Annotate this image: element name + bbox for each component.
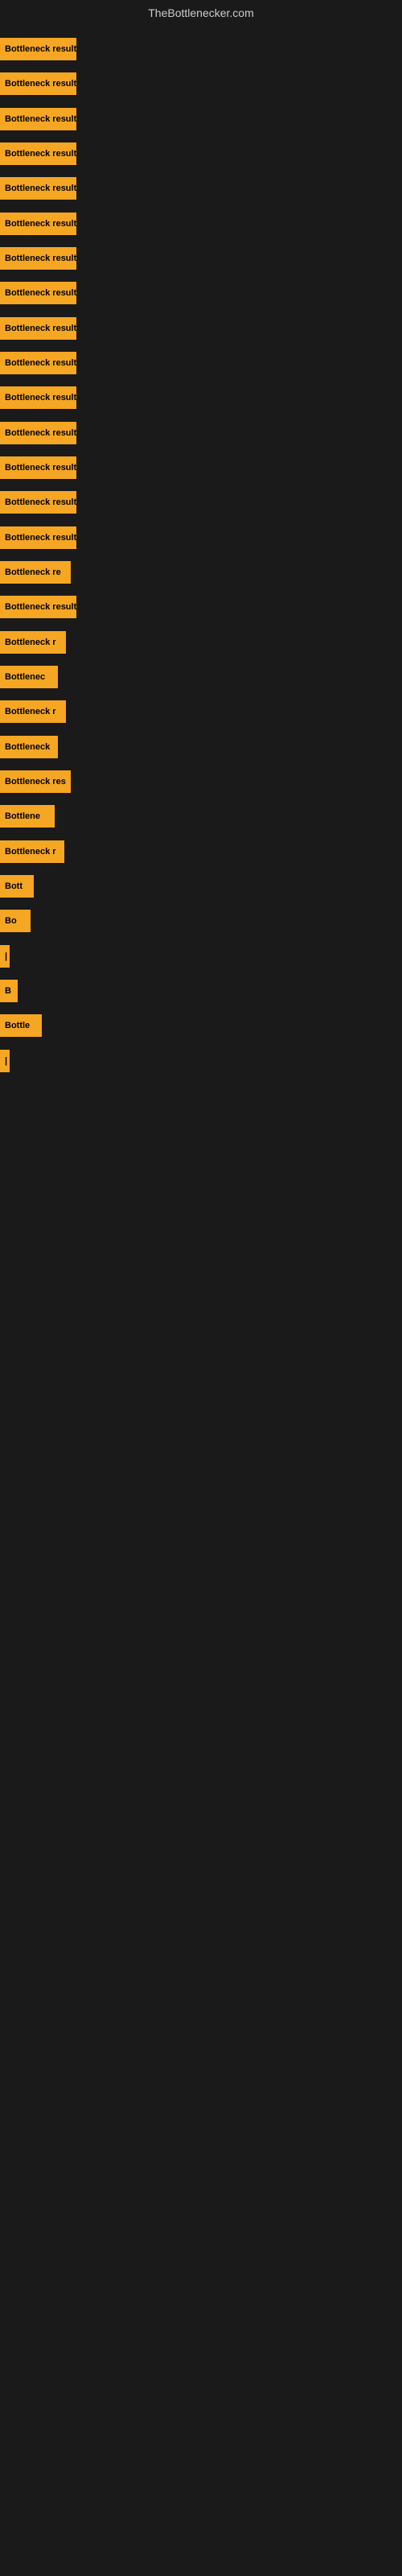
bar-label: | <box>0 945 10 968</box>
bar-label: Bottleneck r <box>0 840 64 863</box>
bar-item: Bottleneck res <box>0 770 71 793</box>
bar-item: Bottleneck r <box>0 840 64 863</box>
bar-label: Bottleneck result <box>0 247 76 270</box>
bar-label: Bottleneck result <box>0 386 76 409</box>
bar-item: Bottleneck result <box>0 386 76 409</box>
bar-item: | <box>0 945 6 968</box>
bar-item: Bottleneck <box>0 736 58 758</box>
bar-item: Bottleneck result <box>0 422 76 444</box>
bar-label: Bottleneck result <box>0 142 76 165</box>
bar-label: Bottleneck result <box>0 72 76 95</box>
bar-label: Bottleneck result <box>0 108 76 130</box>
bar-label: Bottleneck result <box>0 282 76 304</box>
bar-label: Bottle <box>0 1014 42 1037</box>
bar-label: Bottleneck result <box>0 177 76 200</box>
bar-label: Bottleneck result <box>0 596 76 618</box>
bar-item: Bottleneck result <box>0 72 76 95</box>
bar-item: Bottleneck result <box>0 282 76 304</box>
bar-item: Bottlene <box>0 805 55 828</box>
bar-item: Bottleneck r <box>0 700 66 723</box>
bar-item: Bo <box>0 910 31 932</box>
bar-label: Bottleneck result <box>0 352 76 374</box>
bar-label: Bottleneck result <box>0 526 76 549</box>
bar-item: Bottleneck result <box>0 247 76 270</box>
bar-item: Bottle <box>0 1014 42 1037</box>
site-title: TheBottlenecker.com <box>0 0 402 26</box>
bar-item: Bottleneck re <box>0 561 71 584</box>
bar-item: Bottleneck result <box>0 108 76 130</box>
bar-label: Bott <box>0 875 34 898</box>
bar-label: Bottlenec <box>0 666 58 688</box>
bar-label: Bo <box>0 910 31 932</box>
bar-item: Bottleneck result <box>0 596 76 618</box>
bar-item: Bott <box>0 875 34 898</box>
bar-label: Bottleneck result <box>0 422 76 444</box>
bar-label: Bottleneck result <box>0 456 76 479</box>
bar-item: Bottleneck result <box>0 38 76 60</box>
bar-item: Bottleneck result <box>0 491 76 514</box>
bar-label: Bottleneck r <box>0 631 66 654</box>
bar-item: Bottleneck result <box>0 526 76 549</box>
bar-label: Bottleneck re <box>0 561 71 584</box>
bar-label: Bottleneck result <box>0 38 76 60</box>
bar-label: Bottleneck <box>0 736 58 758</box>
bar-item: Bottleneck result <box>0 142 76 165</box>
bar-label: Bottleneck result <box>0 491 76 514</box>
bar-label: Bottleneck result <box>0 213 76 235</box>
chart-area: Bottleneck result Bottleneck result Bottle… <box>0 26 402 2570</box>
bar-item: Bottlenec <box>0 666 58 688</box>
bar-label: | <box>0 1050 10 1072</box>
bar-item: Bottleneck result <box>0 317 76 340</box>
bar-item: Bottleneck result <box>0 177 76 200</box>
bar-item: B <box>0 980 18 1002</box>
bar-label: B <box>0 980 18 1002</box>
bar-label: Bottleneck result <box>0 317 76 340</box>
bar-label: Bottlene <box>0 805 55 828</box>
bar-label: Bottleneck r <box>0 700 66 723</box>
bar-item: Bottleneck result <box>0 352 76 374</box>
bar-label: Bottleneck res <box>0 770 71 793</box>
bar-item: Bottleneck result <box>0 456 76 479</box>
bar-item: | <box>0 1050 6 1072</box>
bar-item: Bottleneck r <box>0 631 66 654</box>
bar-item: Bottleneck result <box>0 213 76 235</box>
